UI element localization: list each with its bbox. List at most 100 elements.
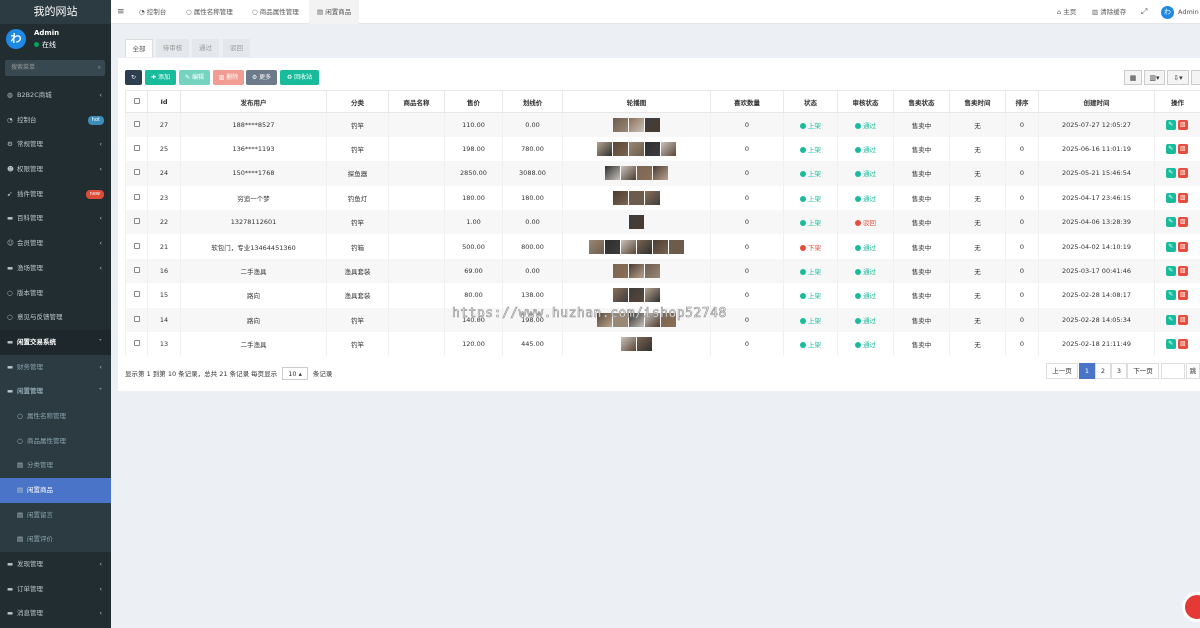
delete-row-button[interactable]: ▥	[1177, 217, 1188, 228]
row-checkbox[interactable]	[125, 185, 148, 211]
row-checkbox[interactable]	[125, 234, 148, 259]
thumbnail-image[interactable]	[613, 142, 628, 157]
thumbnail-image[interactable]	[645, 264, 660, 279]
sidebar-item-11[interactable]: ▬ 财务管理 ‹	[0, 354, 111, 380]
thumbnail-image[interactable]	[661, 142, 676, 157]
sidebar-item-1[interactable]: ◔ 控制台 hot	[0, 108, 111, 133]
delete-row-button[interactable]: ▥	[1177, 119, 1188, 130]
filter-tab-pending[interactable]: 待审核	[156, 39, 189, 57]
status-badge[interactable]: 上架	[800, 146, 821, 154]
sidebar-item-15[interactable]: ▤ 分类管理	[0, 453, 111, 478]
sidebar-item-13[interactable]: ○ 属性名称管理	[0, 403, 111, 429]
row-checkbox[interactable]	[125, 112, 148, 137]
filter-tab-rejected[interactable]: 驳回	[223, 39, 250, 57]
edit-row-button[interactable]: ✎	[1165, 290, 1176, 301]
recycle-bin-button[interactable]: ♻ 回收站	[280, 70, 319, 85]
table-row[interactable]: 23 穷追一个梦 钓鱼灯 180.00 180.00 0 上架 通过 售卖中无 0 2025-04-…	[125, 185, 1200, 211]
avatar[interactable]: わ	[6, 29, 26, 49]
table-row[interactable]: 22 13278112601 钓竿 1.00 0.00 0 上架 驳回 售卖中无 0 2025-04…	[125, 210, 1200, 235]
row-checkbox[interactable]	[125, 210, 148, 235]
sidebar-item-21[interactable]: ▬ 消息管理 ‹	[0, 601, 111, 626]
status-badge[interactable]: 上架	[800, 170, 821, 178]
col-price[interactable]: 售价	[444, 90, 503, 113]
thumbnail-image[interactable]	[645, 288, 660, 303]
col-status[interactable]: 状态	[783, 90, 838, 113]
col-images[interactable]: 轮播图	[562, 90, 711, 113]
col-audit[interactable]: 审核状态	[837, 90, 894, 113]
status-badge[interactable]: 上架	[800, 195, 821, 203]
edit-row-button[interactable]: ✎	[1165, 339, 1176, 350]
admin-menu[interactable]: わ Admin	[1161, 0, 1199, 24]
clear-cache-button[interactable]: ▥ 清除缓存	[1092, 0, 1126, 24]
edit-row-button[interactable]: ✎	[1165, 241, 1176, 252]
search-toggle-button[interactable]	[1191, 70, 1200, 85]
thumbnail-image[interactable]	[645, 142, 660, 157]
checkbox[interactable]	[133, 120, 140, 127]
search-icon[interactable]: ⌕	[98, 60, 101, 76]
columns-dropdown[interactable]: ▥▾	[1144, 70, 1165, 85]
table-row[interactable]: 21 软包门，专业13464451360 钓箱 500.00 800.00 0 下架 通过 售卖…	[125, 234, 1200, 259]
thumbnail-image[interactable]	[629, 190, 644, 205]
thumbnail-image[interactable]	[605, 239, 620, 254]
sidebar-item-9[interactable]: ○ 意见与反馈管理	[0, 305, 111, 330]
delete-row-button[interactable]: ▥	[1177, 290, 1188, 301]
table-row[interactable]: 27 188****8527 钓竿 110.00 0.00 0 上架 通过 售卖中无 0 2025-…	[125, 112, 1200, 137]
thumbnail-image[interactable]	[653, 166, 668, 181]
col-created[interactable]: 创建时间	[1038, 90, 1155, 113]
status-badge[interactable]: 上架	[800, 122, 821, 130]
more-button[interactable]: ⚙ 更多	[246, 70, 277, 85]
refresh-button[interactable]: ↻	[125, 70, 142, 85]
thumbnail-image[interactable]	[645, 117, 660, 132]
table-row[interactable]: 24 150****1768 探鱼器 2850.00 3088.00 0 上架 通过 售卖中无 0…	[125, 161, 1200, 186]
checkbox[interactable]	[133, 193, 140, 200]
checkbox[interactable]	[133, 267, 140, 274]
sidebar-item-5[interactable]: ▬ 百科管理 ‹	[0, 206, 111, 231]
sidebar-item-17[interactable]: ▤ 闲置留言	[0, 502, 111, 528]
home-link[interactable]: ⌂ 主页	[1057, 0, 1076, 24]
site-brand[interactable]: 我的网站	[0, 0, 111, 24]
fullscreen-icon[interactable]: ⤢	[1141, 0, 1147, 24]
col-name[interactable]: 商品名称	[388, 90, 445, 113]
col-category[interactable]: 分类	[326, 90, 389, 113]
edit-row-button[interactable]: ✎	[1165, 266, 1176, 277]
table-row[interactable]: 25 136****1193 钓竿 198.00 780.00 0 上架 通过 售卖中无 0 202…	[125, 136, 1200, 162]
sidebar-item-4[interactable]: ➹ 插件管理 new	[0, 182, 111, 207]
sidebar-item-0[interactable]: ◍ B2B2C商城 ‹	[0, 83, 111, 108]
sidebar-item-7[interactable]: ▬ 渔场管理 ‹	[0, 256, 111, 281]
thumbnail-image[interactable]	[613, 264, 628, 279]
prev-page-button[interactable]: 上一页	[1046, 363, 1078, 379]
thumbnail-image[interactable]	[613, 190, 628, 205]
thumbnail-image[interactable]	[621, 166, 636, 181]
row-checkbox[interactable]	[125, 283, 148, 308]
table-row[interactable]: 15 路向 渔具套装 80.00 138.00 0 上架 通过 售卖中无 0 2025-02-28 …	[125, 283, 1200, 308]
thumbnail-image[interactable]	[589, 239, 604, 254]
edit-row-button[interactable]: ✎	[1165, 314, 1176, 325]
sidebar-item-20[interactable]: ▬ 订单管理 ‹	[0, 577, 111, 602]
delete-row-button[interactable]: ▥	[1177, 266, 1188, 277]
col-sale-status[interactable]: 售卖状态	[893, 90, 950, 113]
status-badge[interactable]: 上架	[800, 219, 821, 227]
sidebar-item-14[interactable]: ○ 商品属性管理	[0, 428, 111, 454]
sidebar-item-2[interactable]: ⚙ 常规管理 ‹	[0, 132, 111, 157]
col-orig-price[interactable]: 划线价	[502, 90, 563, 113]
row-checkbox[interactable]	[125, 258, 148, 284]
delete-row-button[interactable]: ▥	[1177, 168, 1188, 179]
thumbnail-image[interactable]	[629, 142, 644, 157]
edit-row-button[interactable]: ✎	[1165, 168, 1176, 179]
edit-row-button[interactable]: ✎	[1165, 144, 1176, 155]
thumbnail-image[interactable]	[637, 239, 652, 254]
thumbnail-image[interactable]	[637, 166, 652, 181]
status-badge[interactable]: 上架	[800, 317, 821, 325]
sidebar-search-input[interactable]: 搜索菜单 ⌕	[5, 60, 105, 76]
row-checkbox[interactable]	[125, 307, 148, 333]
jump-page-input[interactable]	[1161, 363, 1185, 379]
thumbnail-image[interactable]	[629, 264, 644, 279]
page-3-button[interactable]: 3	[1111, 363, 1127, 379]
sidebar-item-6[interactable]: ☺ 会员管理 ‹	[0, 231, 111, 256]
filter-tab-passed[interactable]: 通过	[192, 39, 219, 57]
thumbnail-image[interactable]	[629, 117, 644, 132]
col-likes[interactable]: 喜欢数量	[710, 90, 784, 113]
col-sort[interactable]: 排序	[1005, 90, 1039, 113]
thumbnail-image[interactable]	[597, 142, 612, 157]
row-checkbox[interactable]	[125, 136, 148, 162]
